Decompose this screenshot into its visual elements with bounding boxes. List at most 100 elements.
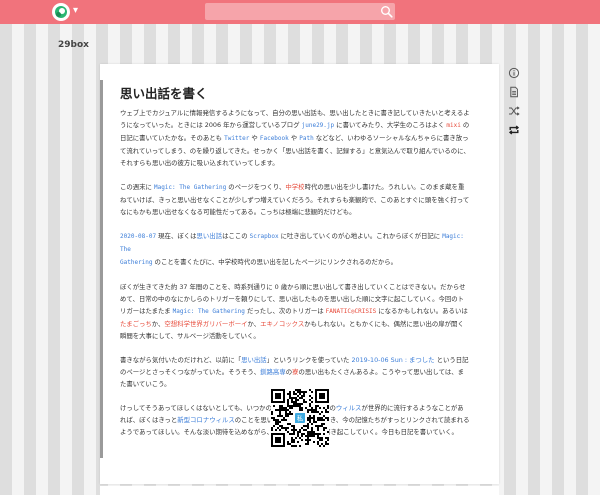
qr-module bbox=[307, 437, 309, 439]
qr-module bbox=[281, 427, 283, 429]
qr-module bbox=[289, 395, 291, 397]
paragraph-4: ぼくが生きてきた約 37 年間のことを、時系列通りに 0 歳から順に思い出して書… bbox=[120, 283, 468, 340]
link-mixi[interactable]: mixi bbox=[446, 122, 460, 129]
qr-module bbox=[317, 435, 319, 437]
qr-module bbox=[309, 431, 311, 433]
link-virus[interactable]: ウィルス bbox=[336, 404, 362, 412]
qr-module bbox=[287, 415, 289, 417]
link-omoide-2[interactable]: 思い出話 bbox=[241, 356, 267, 364]
page-card: 思い出話を書く ウェブ上でカジュアルに情報発信するようになって、自分の思い出話も… bbox=[100, 64, 499, 484]
link-kushiro[interactable]: 釧路高専 bbox=[260, 368, 286, 376]
link-omoide[interactable]: 思い出話 bbox=[197, 232, 223, 240]
qr-module bbox=[287, 405, 289, 407]
repeat-icon[interactable] bbox=[508, 124, 520, 136]
qr-module bbox=[293, 439, 295, 441]
qr-module bbox=[311, 397, 313, 399]
scrapbox-logo-icon[interactable] bbox=[52, 3, 70, 21]
link-diary[interactable]: 2019-10-06 Sun : まつした bbox=[351, 356, 434, 364]
qr-module bbox=[301, 407, 303, 409]
qr-module bbox=[285, 411, 287, 413]
link-mtg[interactable]: Magic: The Gathering bbox=[154, 184, 226, 191]
qr-module bbox=[303, 425, 305, 427]
qr-module bbox=[313, 435, 315, 437]
link-date[interactable]: 2020-08-07 bbox=[120, 233, 156, 240]
qr-module bbox=[309, 399, 311, 401]
qr-module bbox=[279, 425, 281, 427]
qr-module bbox=[313, 431, 315, 433]
qr-module bbox=[325, 417, 327, 419]
qr-module bbox=[291, 401, 293, 403]
search-icon[interactable] bbox=[380, 5, 393, 18]
qr-module bbox=[275, 423, 277, 425]
qr-module bbox=[309, 415, 311, 417]
link-coronavirus[interactable]: 新型コロナウィルス bbox=[177, 416, 235, 424]
qr-module bbox=[327, 439, 329, 441]
qr-module bbox=[309, 433, 311, 435]
qr-module bbox=[299, 437, 301, 439]
qr-module bbox=[285, 427, 287, 429]
search-input[interactable] bbox=[205, 3, 395, 20]
link-path[interactable]: Path bbox=[299, 135, 313, 142]
qr-module bbox=[277, 415, 279, 417]
page-title: 思い出話を書く bbox=[120, 86, 208, 101]
link-mtg-3[interactable]: Gathering bbox=[120, 259, 153, 266]
qr-module bbox=[293, 403, 295, 405]
chevron-down-icon[interactable]: ▾ bbox=[73, 5, 78, 17]
link-twitter[interactable]: Twitter bbox=[224, 135, 249, 142]
qr-module bbox=[315, 409, 317, 411]
link-fanatic-crisis[interactable]: FANATIC◎CRISIS bbox=[326, 308, 377, 315]
paragraph-5: 書きながら気付いたのだけれど、以前に「思い出話」というリンクを使っていた 201… bbox=[120, 356, 469, 388]
qr-module bbox=[297, 399, 299, 401]
qr-module bbox=[301, 403, 303, 405]
qr-module bbox=[283, 427, 285, 429]
qr-module bbox=[297, 435, 299, 437]
shuffle-icon[interactable] bbox=[508, 105, 520, 117]
qr-module bbox=[309, 409, 311, 411]
qr-module bbox=[295, 401, 297, 403]
link-tamagotchi[interactable]: たまごっち bbox=[120, 320, 152, 328]
document-icon[interactable] bbox=[508, 86, 520, 98]
qr-module bbox=[327, 417, 329, 419]
link-june29[interactable]: june29.jp bbox=[302, 122, 335, 129]
qr-module bbox=[283, 407, 285, 409]
qr-module bbox=[313, 415, 315, 417]
link-junior-high[interactable]: 中学校 bbox=[285, 183, 304, 191]
qr-module bbox=[293, 431, 295, 433]
qr-module bbox=[289, 411, 291, 413]
qr-module bbox=[277, 409, 279, 411]
qr-module bbox=[293, 427, 295, 429]
qr-module bbox=[291, 407, 293, 409]
qr-module bbox=[299, 407, 301, 409]
qr-module bbox=[309, 395, 311, 397]
qr-module bbox=[291, 399, 293, 401]
qr-module bbox=[307, 427, 309, 429]
qr-module bbox=[301, 395, 303, 397]
qr-module bbox=[307, 431, 309, 433]
qr-module bbox=[307, 411, 309, 413]
qr-module bbox=[291, 441, 293, 443]
qr-module bbox=[313, 411, 315, 413]
link-scrapbox[interactable]: Scrapbox bbox=[250, 233, 279, 240]
qr-module bbox=[271, 413, 273, 415]
qr-module bbox=[319, 439, 321, 441]
qr-module bbox=[315, 425, 317, 427]
qr-module bbox=[311, 407, 313, 409]
qr-module bbox=[327, 437, 329, 439]
qr-module bbox=[309, 419, 311, 421]
qr-module bbox=[303, 393, 305, 395]
qr-module bbox=[313, 417, 315, 419]
link-echinococcus[interactable]: エキノコックス bbox=[260, 320, 304, 328]
link-gulliver-boy[interactable]: 空想科学世界ガリバーボーイ bbox=[164, 320, 247, 328]
qr-module bbox=[325, 427, 327, 429]
qr-module bbox=[323, 407, 325, 409]
qr-module bbox=[307, 425, 309, 427]
qr-module bbox=[317, 411, 319, 413]
info-icon[interactable] bbox=[508, 67, 520, 79]
link-facebook[interactable]: Facebook bbox=[260, 135, 289, 142]
qr-center-label: 私 bbox=[297, 414, 304, 423]
project-name[interactable]: 29box bbox=[58, 40, 89, 50]
link-mtg-4[interactable]: Magic: The Gathering bbox=[173, 308, 245, 315]
qr-module bbox=[323, 429, 325, 431]
qr-module bbox=[289, 423, 291, 425]
qr-module bbox=[319, 433, 321, 435]
